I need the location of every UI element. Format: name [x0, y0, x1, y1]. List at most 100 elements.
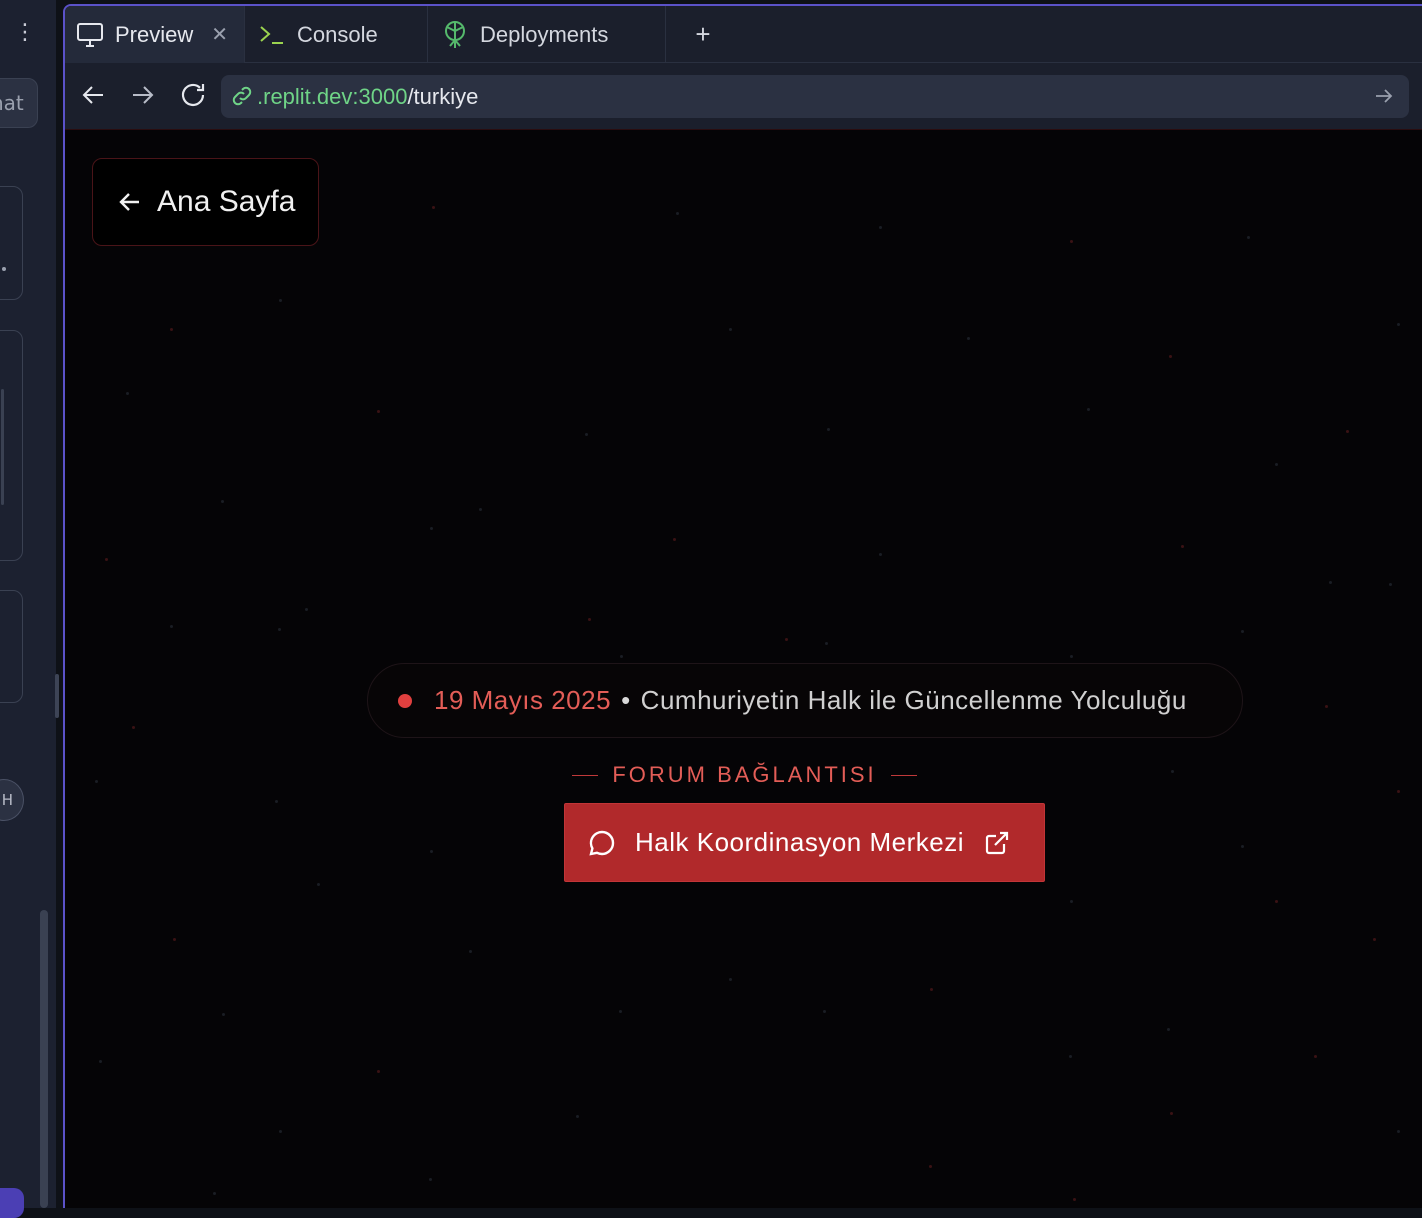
- chat-tab-button[interactable]: hat: [0, 78, 38, 128]
- star-dot: [1170, 1112, 1173, 1115]
- sidebar-card[interactable]: [0, 590, 23, 703]
- open-url-button[interactable]: [1371, 83, 1397, 109]
- star-dot: [1169, 355, 1172, 358]
- event-slogan: Cumhuriyetin Halk ile Güncellenme Yolcul…: [640, 685, 1187, 715]
- sidebar-card[interactable]: [0, 330, 23, 561]
- star-dot: [1241, 845, 1244, 848]
- forum-link-button[interactable]: Halk Koordinasyon Merkezi: [564, 803, 1045, 882]
- star-dot: [275, 800, 278, 803]
- star-dot: [729, 328, 732, 331]
- sidebar-scrollbar[interactable]: [40, 910, 48, 1208]
- star-dot: [170, 625, 173, 628]
- star-dot: [825, 642, 828, 645]
- star-dot: [173, 938, 176, 941]
- star-dot: [105, 558, 108, 561]
- star-dot: [305, 608, 308, 611]
- star-dot: [1073, 1198, 1076, 1201]
- url-path: /turkiye: [407, 83, 479, 109]
- star-dot: [377, 410, 380, 413]
- star-dot: [1397, 1130, 1400, 1133]
- sidebar-card[interactable]: [0, 186, 23, 300]
- star-dot: [1069, 1055, 1072, 1058]
- divider: [572, 774, 599, 776]
- star-dot: [1389, 583, 1392, 586]
- star-dot: [132, 726, 135, 729]
- star-dot: [1275, 900, 1278, 903]
- star-dot: [1325, 705, 1328, 708]
- avatar[interactable]: H: [0, 779, 24, 821]
- url-input[interactable]: .replit.dev:3000/turkiye: [221, 75, 1409, 118]
- preview-page: Ana Sayfa 19 Mayıs 2025 • Cumhuriyetin H…: [65, 129, 1422, 1208]
- star-dot: [823, 1010, 826, 1013]
- event-date: 19 Mayıs 2025: [434, 685, 612, 715]
- chat-tab-label: hat: [0, 91, 24, 115]
- star-dot: [619, 1010, 622, 1013]
- star-dot: [1241, 630, 1244, 633]
- star-dot: [430, 527, 433, 530]
- star-dot: [930, 988, 933, 991]
- star-dot: [278, 628, 281, 631]
- tab-preview[interactable]: Preview ✕: [65, 6, 245, 63]
- home-button-label: Ana Sayfa: [157, 185, 296, 218]
- star-dot: [929, 1165, 932, 1168]
- browser-toolbar: .replit.dev:3000/turkiye: [65, 63, 1422, 129]
- star-dot: [1329, 581, 1332, 584]
- link-icon: [231, 85, 255, 109]
- card-dot-icon: [2, 267, 6, 271]
- star-dot: [1167, 1028, 1170, 1031]
- add-tab-button[interactable]: +: [683, 6, 723, 63]
- star-dot: [785, 638, 788, 641]
- star-dot: [620, 655, 623, 658]
- star-dot: [1070, 655, 1073, 658]
- forward-button[interactable]: [125, 77, 161, 113]
- refresh-icon: [181, 83, 205, 107]
- star-dot: [479, 508, 482, 511]
- star-dot: [676, 212, 679, 215]
- external-link-icon: [984, 830, 1010, 856]
- star-dot: [126, 392, 129, 395]
- avatar-initial: H: [1, 791, 13, 809]
- star-dot: [1346, 430, 1349, 433]
- star-dot: [1181, 545, 1184, 548]
- close-icon[interactable]: ✕: [211, 22, 228, 47]
- card-scroll-indicator: [1, 389, 4, 505]
- star-dot: [317, 883, 320, 886]
- panel-resize-handle[interactable]: [55, 674, 59, 718]
- star-dot: [1275, 463, 1278, 466]
- star-dot: [827, 428, 830, 431]
- home-button[interactable]: Ana Sayfa: [92, 158, 319, 246]
- star-dot: [99, 1060, 102, 1063]
- star-dot: [1070, 240, 1073, 243]
- arrow-right-icon: [133, 86, 154, 104]
- star-dot: [1373, 938, 1376, 941]
- tab-console[interactable]: Console: [245, 6, 428, 63]
- star-dot: [469, 950, 472, 953]
- star-dot: [430, 850, 433, 853]
- star-dot: [1070, 900, 1073, 903]
- star-dot: [879, 226, 882, 229]
- primary-action-button[interactable]: [0, 1188, 24, 1218]
- star-dot: [170, 328, 173, 331]
- star-dot: [432, 206, 435, 209]
- more-options-icon[interactable]: ⋮: [14, 18, 36, 48]
- live-dot-icon: [398, 693, 412, 708]
- arrow-left-icon: [82, 86, 103, 104]
- star-dot: [279, 299, 282, 302]
- star-dot: [1397, 790, 1400, 793]
- star-dot: [1247, 236, 1250, 239]
- star-dot: [879, 553, 882, 556]
- star-dot: [585, 433, 588, 436]
- reload-button[interactable]: [175, 77, 211, 113]
- chat-sidebar: ⋮ hat H: [0, 0, 59, 1218]
- chat-bubble-icon: [587, 828, 617, 858]
- tab-label: Preview: [115, 21, 194, 47]
- tab-label: Deployments: [480, 21, 609, 47]
- star-dot: [576, 1115, 579, 1118]
- star-dot: [222, 1013, 225, 1016]
- star-dot: [221, 500, 224, 503]
- star-dot: [429, 1178, 432, 1181]
- terminal-icon: [257, 20, 287, 50]
- tab-deployments[interactable]: Deployments: [428, 6, 666, 63]
- back-button[interactable]: [75, 77, 111, 113]
- star-dot: [1087, 408, 1090, 411]
